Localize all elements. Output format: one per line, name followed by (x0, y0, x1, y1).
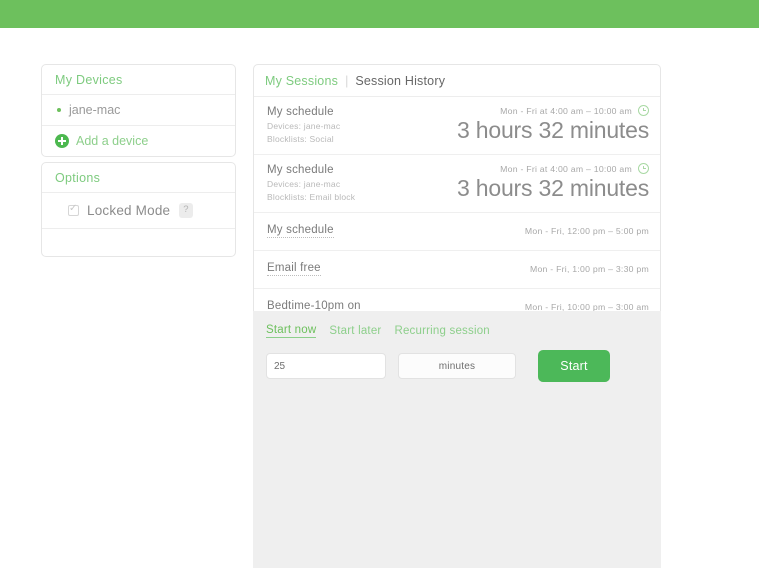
new-session-panel: Start now Start later Recurring session … (253, 311, 661, 568)
tab-session-history[interactable]: Session History (355, 74, 445, 88)
locked-mode-help-icon[interactable]: ? (179, 203, 193, 218)
app-root: My Devices jane-mac Add a device Options… (0, 0, 759, 568)
schedule-when: Mon - Fri, 1:00 pm – 3:30 pm (529, 264, 649, 274)
active-session-when: Mon - Fri at 4:00 am – 10:00 am (500, 105, 632, 116)
start-controls: minutes Start (253, 338, 661, 382)
add-device-button[interactable]: Add a device (42, 126, 235, 156)
clock-icon (638, 105, 649, 116)
active-session-timing: Mon - Fri at 4:00 am – 10:00 am 3 hours … (457, 105, 649, 144)
session-mode-tabs: Start now Start later Recurring session (253, 311, 661, 338)
schedule-name[interactable]: My schedule (267, 224, 334, 238)
options-header: Options (42, 163, 235, 193)
active-session-duration: 3 hours 32 minutes (456, 175, 649, 201)
tab-start-later[interactable]: Start later (329, 325, 381, 337)
active-session-when: Mon - Fri at 4:00 am – 10:00 am (500, 163, 632, 174)
duration-unit-value: minutes (438, 360, 476, 372)
schedule-when: Mon - Fri, 12:00 pm – 5:00 pm (524, 226, 649, 236)
plus-circle-icon (55, 134, 69, 148)
tab-separator: | (345, 74, 349, 88)
active-session-duration: 3 hours 32 minutes (456, 117, 649, 143)
tab-start-now[interactable]: Start now (266, 324, 317, 338)
device-list-item[interactable]: jane-mac (42, 95, 235, 126)
active-session-when-wrap: Mon - Fri at 4:00 am – 10:00 am (457, 105, 649, 116)
my-devices-card: My Devices jane-mac Add a device (41, 64, 236, 157)
schedule-name[interactable]: Email free (267, 262, 321, 276)
active-session-row[interactable]: My schedule Devices: jane-mac Blocklists… (254, 97, 660, 155)
active-session-when-wrap: Mon - Fri at 4:00 am – 10:00 am (457, 163, 649, 174)
duration-unit-select[interactable]: minutes (398, 353, 516, 379)
sessions-tabs: My Sessions | Session History (254, 65, 660, 97)
duration-input[interactable] (266, 353, 386, 379)
options-empty-row (42, 229, 235, 256)
device-name: jane-mac (69, 103, 121, 117)
device-status-dot (57, 108, 61, 112)
tab-my-sessions[interactable]: My Sessions (265, 74, 338, 88)
schedule-row[interactable]: Bedtime-10pm on Mon - Fri, 10:00 pm – 3:… (254, 289, 660, 311)
locked-mode-checkbox[interactable] (68, 203, 79, 216)
active-session-timing: Mon - Fri at 4:00 am – 10:00 am 3 hours … (457, 163, 649, 202)
sessions-card: My Sessions | Session History My schedul… (253, 64, 661, 312)
tab-recurring-session[interactable]: Recurring session (394, 325, 489, 337)
start-button[interactable]: Start (538, 350, 610, 382)
locked-mode-label: Locked Mode (87, 203, 171, 218)
clock-icon (638, 163, 649, 174)
my-devices-header: My Devices (42, 65, 235, 95)
schedule-row[interactable]: My schedule Mon - Fri, 12:00 pm – 5:00 p… (254, 213, 660, 251)
options-card: Options Locked Mode ? (41, 162, 236, 257)
add-device-label: Add a device (76, 134, 149, 148)
active-session-row[interactable]: My schedule Devices: jane-mac Blocklists… (254, 155, 660, 213)
app-header-bar (0, 0, 759, 28)
schedule-row[interactable]: Email free Mon - Fri, 1:00 pm – 3:30 pm (254, 251, 660, 289)
locked-mode-row[interactable]: Locked Mode ? (42, 193, 235, 229)
